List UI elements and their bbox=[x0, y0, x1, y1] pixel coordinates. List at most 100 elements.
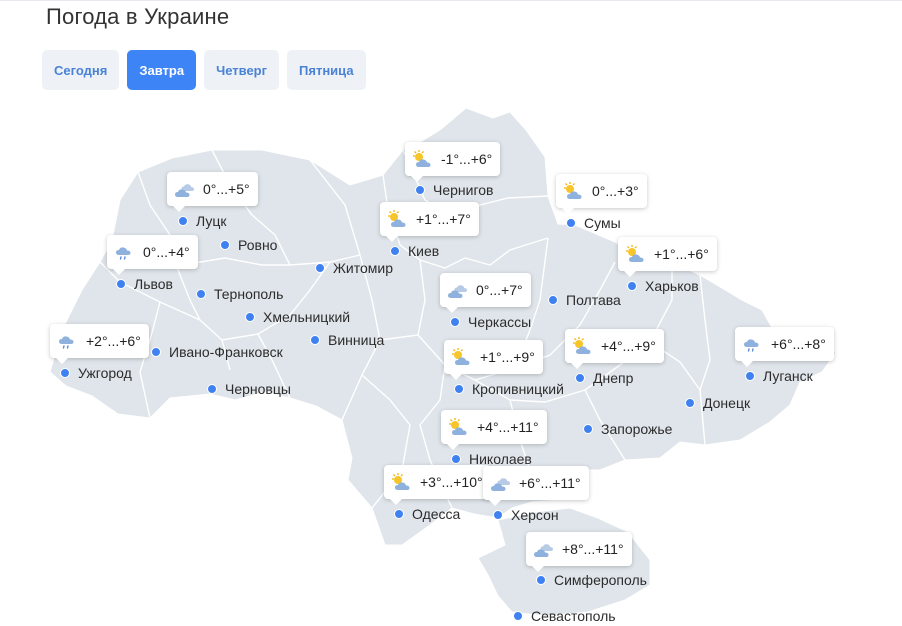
city-marker-lutsk[interactable]: Луцк bbox=[178, 213, 227, 229]
city-dot bbox=[60, 368, 70, 378]
sun-cloud-icon bbox=[571, 336, 595, 356]
forecast-bubble-odesa[interactable]: +3°...+10° bbox=[384, 465, 491, 505]
city-marker-sumy[interactable]: Сумы bbox=[566, 215, 621, 231]
forecast-bubble-luhansk[interactable]: +6°...+8° bbox=[735, 327, 834, 367]
city-name: Севастополь bbox=[531, 608, 616, 624]
forecast-bubble-dnipro[interactable]: +4°...+9° bbox=[565, 329, 664, 369]
sun-cloud-icon bbox=[386, 209, 410, 229]
city-dot bbox=[450, 317, 460, 327]
city-name: Луганск bbox=[763, 368, 813, 384]
city-dot bbox=[627, 281, 637, 291]
forecast-bubble-lviv[interactable]: 0°...+4° bbox=[107, 235, 198, 275]
forecast-temperature: +6°...+11° bbox=[519, 475, 581, 491]
forecast-temperature: +4°...+9° bbox=[601, 338, 656, 354]
city-dot bbox=[513, 611, 523, 621]
city-marker-odesa[interactable]: Одесса bbox=[394, 506, 460, 522]
tab-thursday[interactable]: Четверг bbox=[204, 50, 280, 90]
forecast-bubble-kyiv[interactable]: +1°...+7° bbox=[380, 202, 479, 242]
sun-cloud-icon bbox=[447, 417, 471, 437]
forecast-bubble-kherson[interactable]: +6°...+11° bbox=[483, 466, 589, 506]
forecast-bubble-mykolaiv[interactable]: +4°...+11° bbox=[441, 410, 547, 450]
city-marker-vinnytsia[interactable]: Винница bbox=[310, 332, 384, 348]
city-marker-sevastopol[interactable]: Севастополь bbox=[513, 608, 616, 624]
city-name: Донецк bbox=[703, 395, 751, 411]
city-name: Днепр bbox=[593, 370, 634, 386]
sun-cloud-icon bbox=[624, 244, 648, 264]
city-dot bbox=[116, 279, 126, 289]
city-dot bbox=[548, 295, 558, 305]
forecast-bubble-chernihiv[interactable]: -1°...+6° bbox=[405, 142, 501, 182]
forecast-temperature: +2°...+6° bbox=[86, 333, 141, 349]
city-marker-chernihiv[interactable]: Чернигов bbox=[415, 182, 493, 198]
city-name: Одесса bbox=[412, 506, 461, 522]
city-marker-kyiv[interactable]: Киев bbox=[390, 243, 439, 259]
city-marker-luhansk[interactable]: Луганск bbox=[745, 368, 813, 384]
city-name: Симферополь bbox=[554, 572, 647, 588]
city-marker-zhytomyr[interactable]: Житомир bbox=[315, 260, 393, 276]
partly-cloudy-icon bbox=[446, 280, 470, 300]
forecast-bubble-kropyvnytskyi[interactable]: +1°...+9° bbox=[444, 340, 543, 380]
city-name: Полтава bbox=[566, 292, 621, 308]
city-marker-simferopol[interactable]: Симферополь bbox=[536, 572, 647, 588]
forecast-temperature: 0°...+3° bbox=[592, 183, 639, 199]
city-dot bbox=[536, 575, 546, 585]
city-name: Чернигов bbox=[433, 182, 494, 198]
rain-icon bbox=[113, 242, 137, 262]
forecast-bubble-cherkasy[interactable]: 0°...+7° bbox=[440, 273, 531, 313]
city-dot bbox=[575, 373, 585, 383]
tab-friday[interactable]: Пятница bbox=[287, 50, 366, 90]
city-marker-donetsk[interactable]: Донецк bbox=[685, 395, 750, 411]
city-marker-poltava[interactable]: Полтава bbox=[548, 292, 621, 308]
city-marker-cherkasy[interactable]: Черкассы bbox=[450, 314, 531, 330]
city-dot bbox=[196, 289, 206, 299]
forecast-temperature: +4°...+11° bbox=[477, 419, 539, 435]
forecast-temperature: 0°...+4° bbox=[143, 244, 190, 260]
forecast-bubble-sumy[interactable]: 0°...+3° bbox=[556, 174, 647, 214]
forecast-bubble-lutsk[interactable]: 0°...+5° bbox=[167, 172, 258, 212]
city-marker-ivano[interactable]: Ивано-Франковск bbox=[151, 344, 283, 360]
forecast-bubble-simferopol[interactable]: +8°...+11° bbox=[526, 532, 632, 572]
forecast-temperature: +1°...+9° bbox=[480, 349, 535, 365]
city-marker-uzhgorod[interactable]: Ужгород bbox=[60, 365, 132, 381]
page-title: Погода в Украине bbox=[46, 4, 230, 29]
city-marker-chernivtsi[interactable]: Черновцы bbox=[207, 381, 291, 397]
tab-today[interactable]: Сегодня bbox=[42, 50, 120, 90]
day-tabs: Сегодня Завтра Четверг Пятница bbox=[42, 50, 366, 90]
forecast-temperature: +1°...+6° bbox=[654, 246, 709, 262]
partly-cloudy-icon bbox=[489, 473, 513, 493]
city-marker-kropyvnytskyi[interactable]: Кропивницкий bbox=[454, 381, 564, 397]
city-dot bbox=[315, 263, 325, 273]
forecast-temperature: +1°...+7° bbox=[416, 211, 471, 227]
forecast-bubble-uzhgorod[interactable]: +2°...+6° bbox=[50, 324, 149, 364]
city-name: Львов bbox=[134, 276, 173, 292]
city-marker-kherson[interactable]: Херсон bbox=[493, 507, 559, 523]
city-name: Черновцы bbox=[225, 381, 291, 397]
sun-cloud-icon bbox=[390, 472, 414, 492]
city-dot bbox=[310, 335, 320, 345]
city-dot bbox=[207, 384, 217, 394]
city-marker-kharkiv[interactable]: Харьков bbox=[627, 278, 699, 294]
city-dot bbox=[745, 371, 755, 381]
city-name: Херсон bbox=[511, 507, 559, 523]
city-dot bbox=[151, 347, 161, 357]
city-name: Хмельницкий bbox=[263, 309, 351, 325]
city-dot bbox=[451, 454, 461, 464]
city-marker-lviv[interactable]: Львов bbox=[116, 276, 173, 292]
city-dot bbox=[178, 216, 188, 226]
city-name: Запорожье bbox=[601, 421, 673, 437]
city-marker-ternopil[interactable]: Тернополь bbox=[196, 286, 283, 302]
partly-cloudy-icon bbox=[532, 539, 556, 559]
forecast-temperature: +6°...+8° bbox=[771, 336, 826, 352]
city-dot bbox=[390, 246, 400, 256]
tab-tomorrow[interactable]: Завтра bbox=[127, 50, 197, 90]
city-marker-rovno[interactable]: Ровно bbox=[220, 237, 277, 253]
forecast-temperature: 0°...+7° bbox=[476, 282, 523, 298]
city-marker-zaporizhzhia[interactable]: Запорожье bbox=[583, 421, 672, 437]
city-dot bbox=[566, 218, 576, 228]
partly-cloudy-icon bbox=[173, 179, 197, 199]
forecast-bubble-kharkiv[interactable]: +1°...+6° bbox=[618, 237, 717, 277]
city-name: Тернополь bbox=[214, 286, 284, 302]
city-marker-dnipro[interactable]: Днепр bbox=[575, 370, 633, 386]
city-marker-khmelnitsky[interactable]: Хмельницкий bbox=[245, 309, 350, 325]
city-dot bbox=[415, 185, 425, 195]
